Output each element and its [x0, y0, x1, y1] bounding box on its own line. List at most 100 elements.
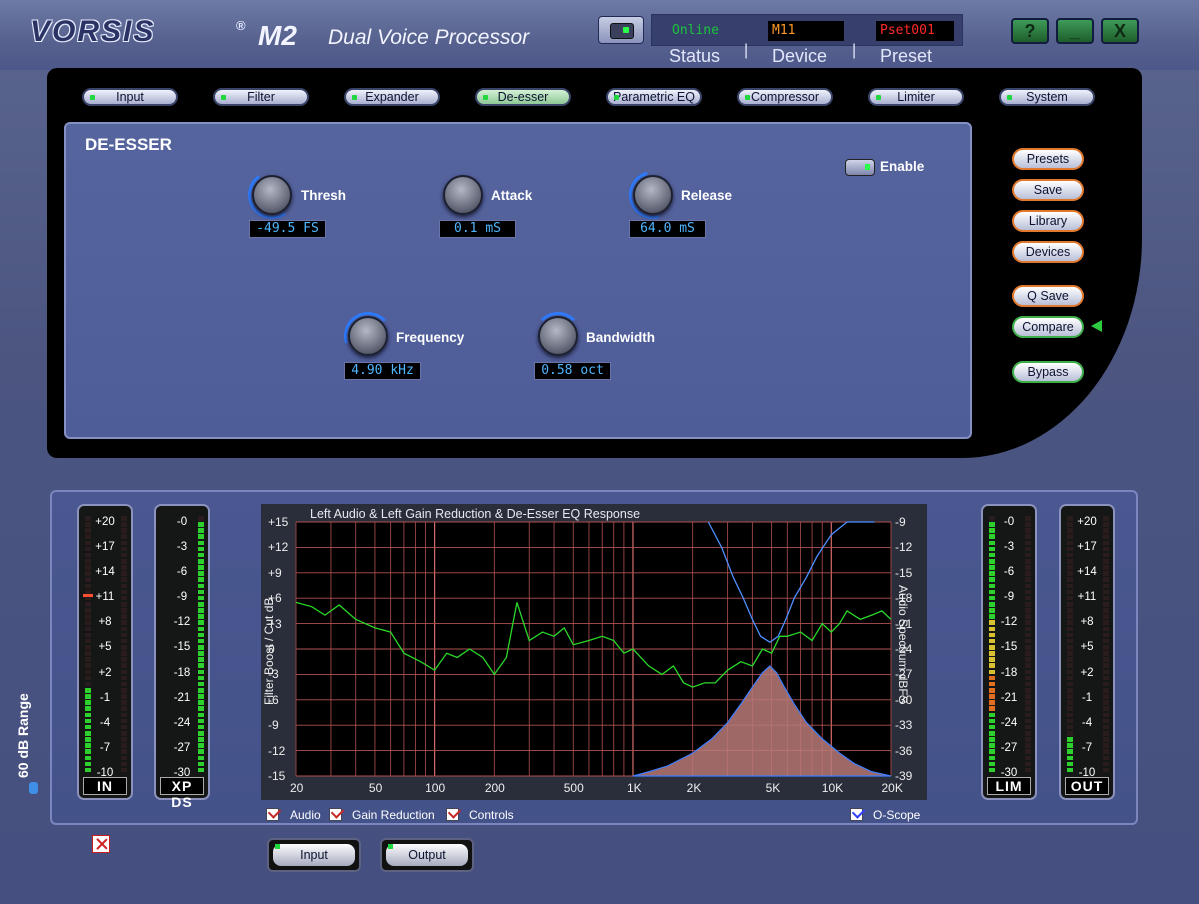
- led-icon: [388, 844, 393, 849]
- meter-tick: +5: [1080, 641, 1094, 654]
- meter-scale: +20 +17 +14 +11 +8 +5 +2 -1 -4 -7 -10: [87, 514, 123, 790]
- meter-caption: OUT: [1065, 777, 1109, 795]
- thresh-knob[interactable]: [252, 175, 292, 215]
- bandwidth-value[interactable]: 0.58 oct: [534, 362, 611, 380]
- meter-tick: -3: [176, 541, 188, 554]
- tab-compressor[interactable]: Compressor: [737, 88, 833, 106]
- y-tick-right: -30: [895, 692, 913, 707]
- online-toggle-button[interactable]: [598, 16, 644, 44]
- attack-label: Attack: [491, 188, 533, 203]
- x-tick: 500: [563, 781, 584, 795]
- tab-label: System: [1026, 90, 1068, 104]
- library-button[interactable]: Library: [1012, 210, 1084, 232]
- y-tick-right: -18: [895, 591, 913, 606]
- device-label: Device: [772, 46, 828, 66]
- controls-checkbox-label: Controls: [469, 808, 514, 822]
- x-tick: 1K: [626, 781, 642, 795]
- tab-label: Limiter: [897, 90, 935, 104]
- tab-system[interactable]: System: [999, 88, 1095, 106]
- devices-button[interactable]: Devices: [1012, 241, 1084, 263]
- y-tick-left: +9: [268, 565, 282, 580]
- audio-checkbox-label: Audio: [290, 808, 321, 822]
- y-tick-left: +12: [268, 540, 289, 555]
- minimize-button[interactable]: _: [1056, 18, 1094, 44]
- enable-toggle[interactable]: [845, 159, 875, 176]
- meter-scale: +20 +17 +14 +11 +8 +5 +2 -1 -4 -7 -10: [1069, 514, 1105, 790]
- attack-knob[interactable]: [443, 175, 483, 215]
- xp-ds-meter: -0 -3 -6 -9 -12 -15 -18 -21 -24 -27 -30 XP DS: [154, 504, 210, 810]
- frequency-value[interactable]: 4.90 kHz: [344, 362, 421, 380]
- vorsis-logo: VORSIS: [30, 15, 156, 48]
- meter-tick: -27: [1000, 741, 1018, 754]
- meter-tick: -0: [176, 516, 188, 528]
- meter-tick: -6: [176, 566, 188, 579]
- output-button[interactable]: Output: [380, 838, 474, 872]
- range-toggle[interactable]: [29, 782, 38, 794]
- tab-expander[interactable]: Expander: [344, 88, 440, 106]
- meter-tick: -24: [1000, 716, 1018, 729]
- tab-label: Filter: [247, 90, 275, 104]
- meter-tick: -12: [1000, 616, 1018, 629]
- tab-de-esser[interactable]: De-esser: [475, 88, 571, 106]
- compare-button[interactable]: Compare: [1012, 316, 1084, 338]
- audio-checkbox[interactable]: [266, 808, 279, 821]
- meter-tick: -18: [173, 666, 191, 679]
- bypass-button[interactable]: Bypass: [1012, 361, 1084, 383]
- oscope-checkbox[interactable]: [850, 808, 863, 821]
- frequency-label: Frequency: [396, 330, 465, 345]
- help-button[interactable]: ?: [1011, 18, 1049, 44]
- release-value[interactable]: 64.0 mS: [629, 220, 706, 238]
- bandwidth-knob[interactable]: [538, 316, 578, 356]
- meter-tick: -1: [99, 691, 111, 704]
- range-label: 60 dB Range: [15, 693, 31, 778]
- gain-reduction-checkbox[interactable]: [329, 808, 342, 821]
- module-tab-bar: Input Filter Expander De-esser Parametri…: [60, 74, 1120, 114]
- led-icon: [221, 95, 226, 100]
- gain-reduction-checkbox-label: Gain Reduction: [352, 808, 435, 822]
- graph-plot: [295, 521, 892, 777]
- y-tick-right: -9: [895, 515, 906, 529]
- save-button[interactable]: Save: [1012, 179, 1084, 201]
- y-tick-right: -36: [895, 743, 913, 758]
- y-tick-left: -3: [268, 667, 279, 682]
- meter-tick: -4: [99, 716, 111, 729]
- model-name: M2: [258, 20, 297, 51]
- meter-tick: +17: [95, 541, 115, 554]
- tab-parametric-eq[interactable]: Parametric EQ: [606, 88, 702, 106]
- tab-filter[interactable]: Filter: [213, 88, 309, 106]
- attack-value[interactable]: 0.1 mS: [439, 220, 516, 238]
- meter-tick: -1: [1081, 691, 1093, 704]
- led-icon: [90, 95, 95, 100]
- tab-label: De-esser: [497, 90, 549, 104]
- tab-limiter[interactable]: Limiter: [868, 88, 964, 106]
- registered-mark: ®: [236, 18, 246, 33]
- led-icon: [623, 27, 629, 33]
- y-tick-left: +6: [268, 591, 282, 606]
- meter-tick: +17: [1077, 541, 1097, 554]
- output-meter: +20 +17 +14 +11 +8 +5 +2 -1 -4 -7 -10 OUT: [1059, 504, 1115, 800]
- close-x-icon[interactable]: [92, 835, 110, 853]
- tab-input[interactable]: Input: [82, 88, 178, 106]
- toggle-switch-icon: [610, 23, 634, 39]
- controls-checkbox[interactable]: [446, 808, 459, 821]
- x-tick: 20: [290, 781, 304, 795]
- led-icon: [865, 164, 870, 170]
- presets-button[interactable]: Presets: [1012, 148, 1084, 170]
- input-button-label: Input: [273, 844, 355, 866]
- meter-tick: +14: [95, 566, 115, 579]
- meter-caption: LIM: [987, 777, 1031, 795]
- release-knob[interactable]: [633, 175, 673, 215]
- header-separator: |: [852, 42, 857, 59]
- frequency-knob[interactable]: [348, 316, 388, 356]
- meter-tick: -3: [1003, 541, 1015, 554]
- meter-tick: -18: [1000, 666, 1018, 679]
- y-tick-left: -15: [268, 769, 286, 783]
- meter-tick: +2: [1080, 666, 1094, 679]
- q-save-button[interactable]: Q Save: [1012, 285, 1084, 307]
- y-tick-left: +3: [268, 616, 282, 631]
- meter-caption: IN: [83, 777, 127, 795]
- close-button[interactable]: X: [1101, 18, 1139, 44]
- input-button[interactable]: Input: [267, 838, 361, 872]
- device-value: M11: [768, 21, 844, 41]
- thresh-value[interactable]: -49.5 FS: [249, 220, 326, 238]
